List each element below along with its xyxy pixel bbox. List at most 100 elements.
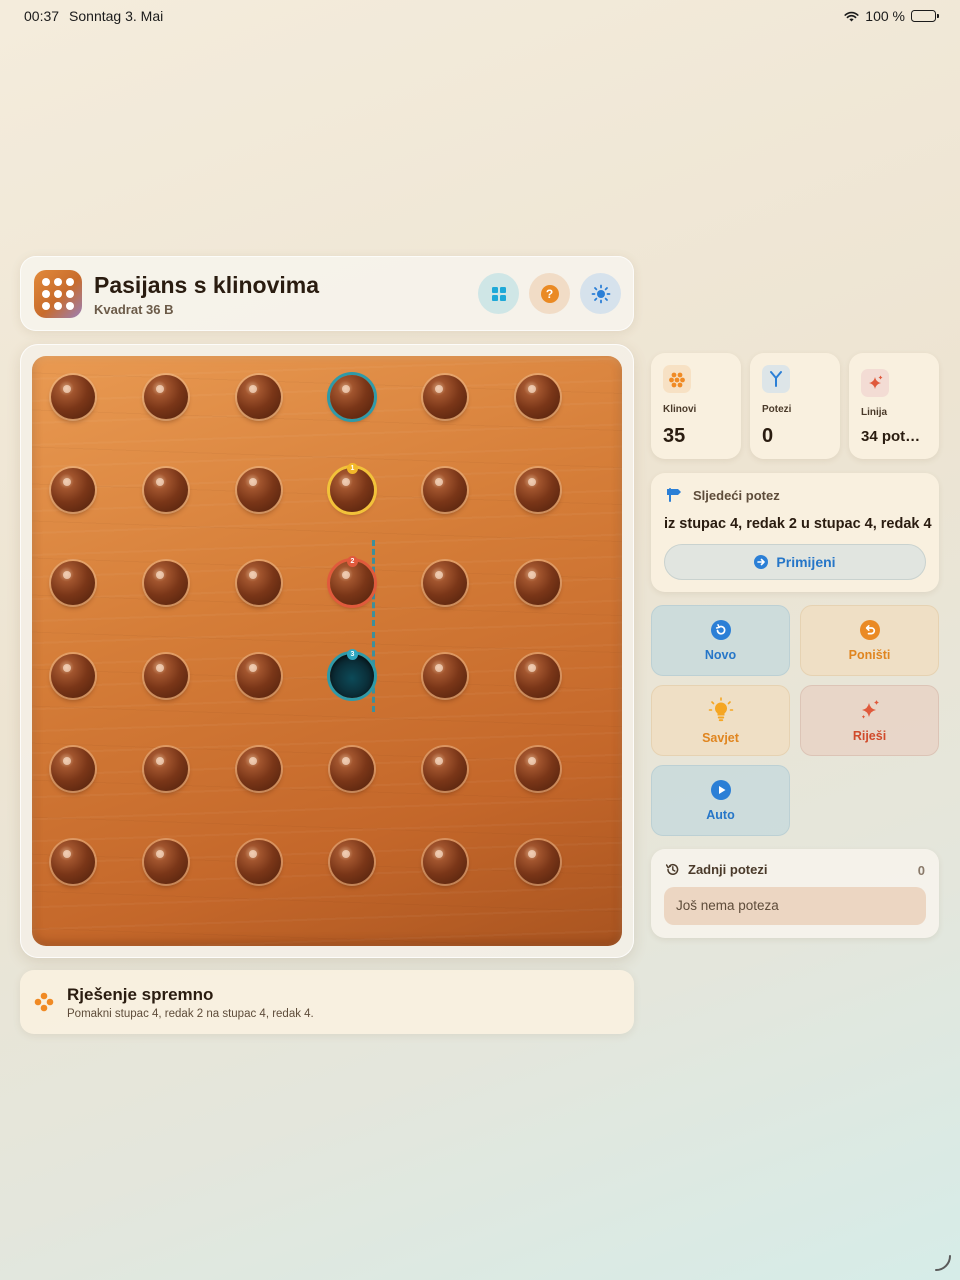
peg-hole[interactable]	[144, 561, 188, 605]
sparkle-icon	[861, 369, 889, 397]
peg-hole[interactable]	[237, 747, 281, 791]
page-title: Pasijans s klinovima	[94, 272, 320, 298]
undo-button[interactable]: Poništi	[800, 605, 939, 676]
sparkle-icon	[861, 699, 879, 719]
status-date: Sonntag 3. Mai	[69, 8, 164, 24]
hint-button[interactable]: Savjet	[651, 685, 790, 756]
peg-hole[interactable]	[237, 375, 281, 419]
peg-hole[interactable]	[423, 468, 467, 512]
battery-percent: 100 %	[865, 8, 905, 24]
help-button[interactable]: ?	[529, 273, 570, 314]
peg-hole[interactable]	[516, 747, 560, 791]
board-variant-label: Kvadrat 36 B	[94, 302, 174, 317]
peg-hole[interactable]	[516, 840, 560, 884]
empty-hole[interactable]: 3	[330, 649, 374, 698]
peg-hole[interactable]	[423, 561, 467, 605]
peg-hole[interactable]	[423, 747, 467, 791]
stat-value: 0	[762, 425, 774, 447]
apply-button[interactable]: Primijeni	[664, 544, 926, 580]
stat-label: Klinovi	[663, 404, 697, 415]
solve-button[interactable]: Riješi	[800, 685, 939, 756]
app-logo-icon	[34, 270, 82, 318]
wifi-icon	[844, 11, 859, 21]
battery-icon	[911, 10, 939, 22]
peg-hole[interactable]	[237, 561, 281, 605]
board-frame: 1 2 3	[20, 344, 634, 958]
new-game-button[interactable]: Novo	[651, 605, 790, 676]
peg-hole[interactable]	[144, 747, 188, 791]
recent-moves-card: Zadnji potezi 0 Još nema poteza	[651, 849, 939, 938]
apply-label: Primijeni	[776, 554, 836, 570]
peg-hole[interactable]	[51, 747, 95, 791]
peg-hole[interactable]	[51, 654, 95, 698]
peg-hole[interactable]	[237, 840, 281, 884]
new-game-label: Novo	[704, 647, 737, 662]
lightbulb-icon	[708, 696, 733, 721]
peg-hole[interactable]	[330, 375, 374, 419]
peg-hole[interactable]	[516, 654, 560, 698]
status-description: Pomakni stupac 4, redak 2 na stupac 4, r…	[67, 1008, 314, 1020]
hint-label: Savjet	[702, 730, 739, 745]
status-title: Rješenje spremno	[67, 985, 214, 1004]
arrow-right-circle-icon	[754, 555, 769, 569]
peg-hole[interactable]	[144, 375, 188, 419]
peg-hole[interactable]	[237, 468, 281, 512]
grid-icon	[491, 286, 506, 301]
status-message-card: Rješenje spremno Pomakni stupac 4, redak…	[20, 970, 634, 1034]
peg-hole[interactable]	[423, 375, 467, 419]
peg-hole[interactable]	[51, 375, 95, 419]
question-icon: ?	[540, 284, 559, 303]
peg-hole[interactable]: 2	[330, 556, 374, 605]
solve-label: Riješi	[852, 728, 887, 743]
stat-value: 35	[663, 425, 686, 447]
restart-icon	[710, 619, 731, 640]
peg-hole[interactable]	[144, 840, 188, 884]
next-move-card: Sljedeći potez iz stupac 4, redak 2 u st…	[651, 473, 939, 592]
peg-hole[interactable]	[144, 468, 188, 512]
sun-icon	[591, 284, 610, 303]
stat-label: Linija	[861, 407, 888, 418]
stat-pegs: Klinovi 35	[651, 353, 741, 459]
peg-hole[interactable]	[330, 840, 374, 884]
peg-hole[interactable]	[237, 654, 281, 698]
stat-line: Linija 34 pot…	[849, 353, 939, 459]
recent-moves-heading: Zadnji potezi	[688, 862, 768, 877]
stat-label: Potezi	[762, 404, 792, 415]
stat-value: 34 pot…	[861, 428, 921, 445]
move-step-badge: 2	[347, 556, 358, 567]
next-move-heading: Sljedeći potez	[693, 487, 780, 503]
status-time: 00:37	[24, 8, 60, 24]
recent-moves-count: 0	[917, 863, 925, 878]
peg-hole[interactable]	[51, 468, 95, 512]
peg-board: 1 2 3	[32, 356, 622, 946]
pegs-cluster-icon	[663, 365, 691, 393]
peg-hole[interactable]	[516, 561, 560, 605]
move-step-badge: 1	[347, 463, 358, 474]
peg-hole[interactable]: 1	[330, 463, 374, 512]
auto-play-button[interactable]: Auto	[651, 765, 790, 836]
branch-icon	[762, 365, 790, 393]
next-move-text: iz stupac 4, redak 2 u stupac 4, redak 4	[664, 516, 932, 532]
peg-hole[interactable]	[423, 840, 467, 884]
status-bar: 00:37 Sonntag 3. Mai 100 %	[0, 0, 960, 30]
theme-button[interactable]	[580, 273, 621, 314]
peg-hole[interactable]	[51, 561, 95, 605]
peg-hole[interactable]	[516, 375, 560, 419]
peg-hole[interactable]	[330, 747, 374, 791]
pegs-cluster-icon	[34, 992, 54, 1012]
peg-hole[interactable]	[423, 654, 467, 698]
auto-play-label: Auto	[706, 807, 735, 822]
board-select-button[interactable]	[478, 273, 519, 314]
resize-handle-icon[interactable]	[934, 1254, 952, 1272]
header-card: Pasijans s klinovima Kvadrat 36 B ?	[20, 256, 634, 331]
undo-label: Poništi	[848, 647, 891, 662]
move-step-badge: 3	[347, 649, 358, 660]
recent-moves-empty: Još nema poteza	[664, 887, 926, 925]
undo-icon	[859, 619, 880, 640]
peg-hole[interactable]	[144, 654, 188, 698]
signpost-icon	[667, 488, 681, 502]
peg-hole[interactable]	[516, 468, 560, 512]
stat-moves: Potezi 0	[750, 353, 840, 459]
peg-hole[interactable]	[51, 840, 95, 884]
play-icon	[710, 779, 731, 800]
